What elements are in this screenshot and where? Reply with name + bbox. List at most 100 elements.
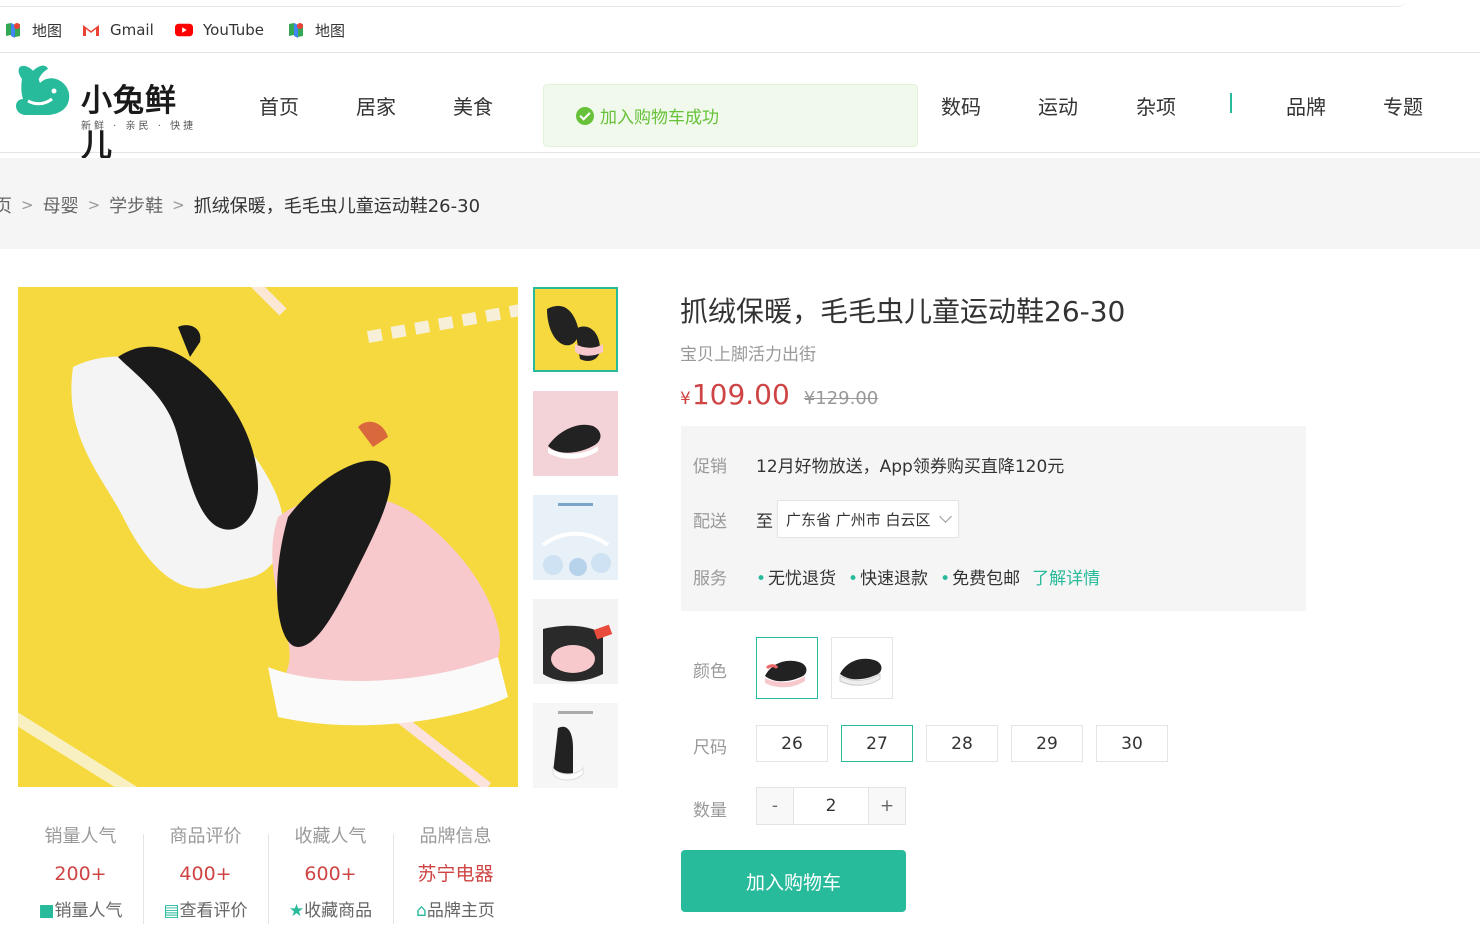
size-option[interactable]: 30 [1096, 725, 1168, 762]
breadcrumb: 页 > 母婴 > 学步鞋 > 抓绒保暖，毛毛虫儿童运动鞋26-30 [0, 158, 1480, 249]
thumbnail-1[interactable] [533, 287, 618, 372]
promo-label: 促销 [693, 457, 727, 477]
stat-value: 600+ [304, 863, 357, 885]
thumbnail-5[interactable] [533, 703, 618, 788]
price-block: ¥ 109.00 ¥129.00 [680, 378, 878, 411]
size-option-selected[interactable]: 27 [841, 725, 913, 762]
address-bar-edge [0, 0, 1405, 7]
stat-value[interactable]: 苏宁电器 [393, 852, 518, 896]
current-price: 109.00 [691, 378, 790, 411]
stat-favorites: 收藏人气 600+ ★收藏商品 [268, 822, 393, 924]
success-toast: 加入购物车成功 [543, 84, 918, 147]
size-option[interactable]: 28 [926, 725, 998, 762]
stat-link[interactable]: ⌂品牌主页 [393, 896, 518, 926]
breadcrumb-home[interactable]: 页 [0, 192, 12, 218]
promo-text: 12月好物放送，App领券购买直降120元 [756, 457, 1065, 477]
stat-value: 200+ [54, 863, 107, 885]
chevron-right-icon: > [21, 196, 34, 214]
bookmark-maps-2[interactable]: 地图 [287, 20, 345, 40]
stat-link-text: 查看评价 [179, 901, 248, 921]
service-item: 快速退款 [848, 564, 928, 589]
add-to-cart-button[interactable]: 加入购物车 [681, 850, 906, 912]
nav-sports[interactable]: 运动 [1038, 91, 1078, 120]
color-option-black[interactable] [831, 637, 893, 699]
color-option-pink[interactable] [756, 637, 818, 699]
bookmark-gmail[interactable]: Gmail [82, 20, 154, 40]
rabbit-logo-icon [16, 65, 70, 115]
original-price: ¥129.00 [803, 388, 879, 409]
nav-home-living[interactable]: 居家 [356, 91, 396, 120]
address-value: 广东省 广州市 白云区 [786, 510, 931, 529]
nav-food[interactable]: 美食 [453, 91, 493, 120]
shipping-row: 配送 至 广东省 广州市 白云区 [693, 500, 959, 538]
stat-label: 商品评价 [169, 826, 242, 847]
product-main-image[interactable] [18, 287, 518, 787]
increment-button[interactable]: + [869, 788, 905, 824]
bookmark-maps-1[interactable]: 地图 [4, 20, 62, 40]
nav-home[interactable]: 首页 [259, 91, 299, 120]
product-subtitle: 宝贝上脚活力出街 [680, 345, 816, 365]
nav-misc[interactable]: 杂项 [1136, 91, 1176, 120]
stat-brand: 品牌信息 苏宁电器 ⌂品牌主页 [393, 822, 518, 924]
chevron-right-icon: > [172, 196, 185, 214]
home-icon: ⌂ [416, 901, 427, 921]
stat-label: 收藏人气 [294, 826, 367, 847]
bookmarks-bar: 地图 Gmail YouTube 地图 [0, 0, 1480, 53]
gmail-icon [83, 25, 99, 36]
nav-topics[interactable]: 专题 [1383, 91, 1423, 120]
product-stats: 销量人气 200+ ■销量人气 商品评价 400+ ▤查看评价 收藏人气 600… [18, 822, 518, 924]
stat-link[interactable]: ▤查看评价 [143, 896, 268, 926]
promo-row: 促销 12月好物放送，App领券购买直降120元 [693, 452, 1064, 477]
bookmark-label: 地图 [315, 21, 346, 40]
stat-label: 品牌信息 [419, 826, 492, 847]
decrement-button[interactable]: - [757, 788, 793, 824]
shipping-label: 配送 [693, 511, 727, 532]
product-title: 抓绒保暖，毛毛虫儿童运动鞋26-30 [680, 295, 1126, 328]
toast-message: 加入购物车成功 [600, 108, 719, 128]
stat-reviews: 商品评价 400+ ▤查看评价 [143, 822, 268, 924]
brand-tagline: 新鲜 · 亲民 · 快捷 [81, 121, 197, 132]
nav-digital[interactable]: 数码 [941, 91, 981, 120]
learn-more-link[interactable]: 了解详情 [1032, 564, 1100, 589]
stat-link-text: 销量人气 [54, 901, 123, 921]
site-logo[interactable]: 小兔鲜儿 新鲜 · 亲民 · 快捷 [8, 61, 208, 164]
nav-brands[interactable]: 品牌 [1286, 91, 1326, 120]
quantity-input[interactable]: 2 [793, 788, 869, 824]
bookmark-label: YouTube [203, 21, 264, 39]
thumbnail-4[interactable] [533, 599, 618, 684]
maps-icon [6, 23, 20, 38]
shoe-image [18, 287, 518, 787]
breadcrumb-subcategory[interactable]: 学步鞋 [109, 192, 163, 218]
stat-link-text: 品牌主页 [426, 901, 495, 921]
maps-icon [289, 23, 303, 38]
bookmark-youtube[interactable]: YouTube [175, 20, 264, 40]
chevron-right-icon: > [87, 196, 101, 214]
stat-link-text: 收藏商品 [304, 901, 373, 921]
size-option[interactable]: 26 [756, 725, 828, 762]
size-option[interactable]: 29 [1011, 725, 1083, 762]
currency-symbol: ¥ [680, 389, 691, 409]
breadcrumb-current: 抓绒保暖，毛毛虫儿童运动鞋26-30 [193, 196, 481, 217]
check-circle-icon [576, 106, 594, 125]
quantity-stepper: - 2 + [756, 787, 906, 825]
bookmark-label: Gmail [110, 21, 154, 39]
service-label: 服务 [693, 569, 727, 589]
nav-divider [1230, 93, 1232, 113]
address-select[interactable]: 广东省 广州市 白云区 [777, 500, 959, 538]
service-item: 免费包邮 [940, 564, 1020, 589]
bar-icon: ■ [38, 901, 55, 921]
shipping-to: 至 [756, 511, 773, 532]
thumbnail-3[interactable] [533, 495, 618, 580]
youtube-icon [175, 23, 193, 37]
stat-link[interactable]: ★收藏商品 [268, 896, 393, 926]
stat-link[interactable]: ■销量人气 [18, 896, 143, 926]
thumbnail-2[interactable] [533, 391, 618, 476]
quantity-label: 数量 [693, 801, 727, 821]
stat-sales: 销量人气 200+ ■销量人气 [18, 822, 143, 921]
service-row: 服务 无忧退货 快速退款 免费包邮 了解详情 [693, 564, 1100, 589]
size-label: 尺码 [693, 738, 727, 758]
star-icon: ★ [288, 901, 305, 921]
chevron-down-icon [938, 510, 952, 523]
breadcrumb-category[interactable]: 母婴 [43, 192, 79, 218]
color-label: 颜色 [693, 662, 727, 682]
